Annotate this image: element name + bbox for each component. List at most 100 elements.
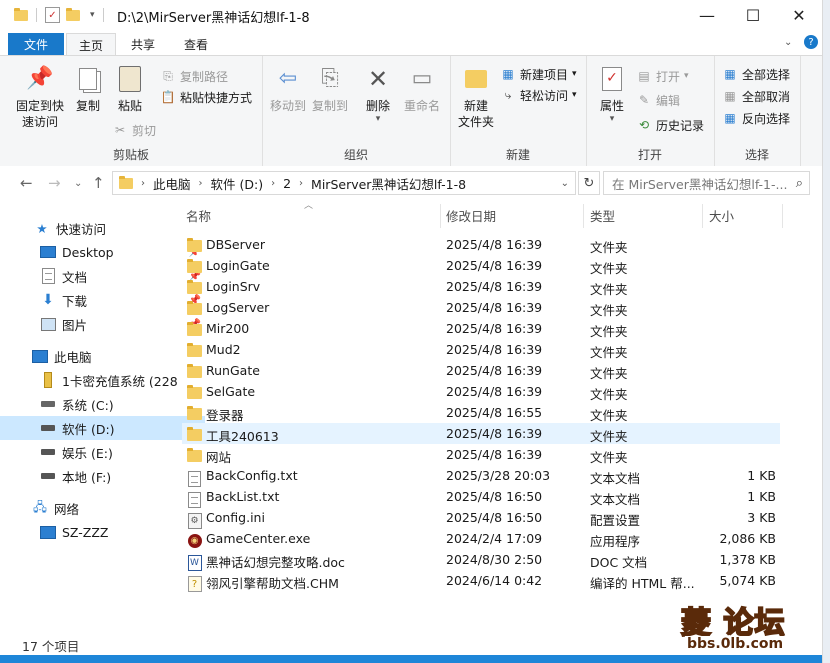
copy-to-button[interactable]: ⎘ 复制到: [310, 64, 350, 114]
file-row[interactable]: LogServer 2025/4/8 16:39 文件夹: [182, 297, 780, 318]
nav-this-pc[interactable]: 此电脑: [0, 344, 197, 368]
open-button[interactable]: ▤ 打开 ▾: [636, 66, 689, 86]
nav-desktop[interactable]: Desktop 📌: [0, 240, 205, 264]
file-row[interactable]: Mir200 2025/4/8 16:39 文件夹: [182, 318, 780, 339]
file-row[interactable]: RunGate 2025/4/8 16:39 文件夹: [182, 360, 780, 381]
back-arrow-icon[interactable]: ←: [20, 174, 33, 192]
nav-drive-usb[interactable]: 1卡密充值系统 (228: [0, 368, 205, 392]
easy-access-dropdown-icon[interactable]: ▾: [572, 90, 577, 100]
edit-button[interactable]: ✎ 编辑: [636, 90, 680, 110]
qat-dropdown-icon[interactable]: ▾: [90, 10, 95, 20]
tab-share[interactable]: 共享: [120, 33, 166, 55]
nav-label: 系统 (C:): [62, 397, 114, 413]
breadcrumb-current-folder[interactable]: MirServer黑神话幻想lf-1-8: [311, 174, 466, 193]
nav-drive-e[interactable]: 娱乐 (E:): [0, 440, 205, 464]
search-box[interactable]: 在 MirServer黑神话幻想lf-1-... ⌕: [603, 171, 810, 195]
address-dropdown-icon[interactable]: ⌄: [561, 178, 569, 189]
nav-drive-f[interactable]: 本地 (F:): [0, 464, 205, 488]
properties-check-icon[interactable]: ✓: [45, 7, 60, 23]
file-row[interactable]: ⚙ Config.ini 2025/4/8 16:50 配置设置 3 KB: [182, 507, 780, 529]
file-row[interactable]: LoginGate 2025/4/8 16:39 文件夹: [182, 255, 780, 276]
new-folder-button[interactable]: 新建 文件夹: [454, 64, 498, 130]
forward-arrow-icon[interactable]: →: [48, 174, 61, 192]
close-button[interactable]: ✕: [776, 0, 822, 30]
properties-dropdown-icon[interactable]: ▾: [610, 114, 615, 124]
nav-documents[interactable]: 文档 📌: [0, 264, 205, 288]
paste-button[interactable]: 粘贴: [110, 64, 150, 114]
select-all-button[interactable]: ▦ 全部选择: [722, 64, 790, 84]
properties-button[interactable]: ✓ 属性 ▾: [592, 64, 632, 124]
file-row[interactable]: SelGate 2025/4/8 16:39 文件夹: [182, 381, 780, 402]
file-type: 文本文档: [590, 471, 641, 486]
new-item-dropdown-icon[interactable]: ▾: [572, 69, 577, 79]
chevron-right-icon[interactable]: ›: [271, 178, 275, 189]
tab-view[interactable]: 查看: [172, 33, 220, 55]
chevron-right-icon[interactable]: ›: [299, 178, 303, 189]
column-divider[interactable]: [440, 204, 441, 228]
chevron-right-icon[interactable]: ›: [141, 178, 145, 189]
tab-file[interactable]: 文件: [8, 33, 64, 55]
collapse-ribbon-icon[interactable]: ⌄: [784, 37, 792, 48]
file-row[interactable]: 网站 2025/4/8 16:39 文件夹: [182, 444, 780, 465]
breadcrumb-drive-d[interactable]: 软件 (D:): [211, 174, 264, 193]
delete-button[interactable]: ✕ 删除 ▾: [360, 64, 396, 124]
chevron-right-icon[interactable]: ›: [199, 178, 203, 189]
easy-access-button[interactable]: ⤷ 轻松访问 ▾: [500, 85, 577, 105]
pin-icon: 📌: [26, 66, 54, 91]
file-row[interactable]: LoginSrv 2025/4/8 16:39 文件夹: [182, 276, 780, 297]
address-bar[interactable]: › 此电脑 › 软件 (D:) › 2 › MirServer黑神话幻想lf-1…: [112, 171, 576, 195]
tab-home[interactable]: 主页: [66, 33, 116, 56]
folder-icon: [14, 7, 28, 21]
breadcrumb-this-pc[interactable]: 此电脑: [153, 174, 191, 193]
file-row[interactable]: W 黑神话幻想完整攻略.doc 2024/8/30 2:50 DOC 文档 1,378 …: [182, 549, 780, 571]
nav-quick-access[interactable]: ★ 快速访问: [0, 216, 199, 240]
text-file-icon: [187, 489, 202, 508]
column-divider[interactable]: [782, 204, 783, 228]
paste-shortcut-button[interactable]: 📋 粘贴快捷方式: [160, 87, 253, 107]
copy-path-button[interactable]: ⎘ 复制路径: [160, 66, 228, 86]
history-button[interactable]: ⟲ 历史记录: [636, 115, 704, 135]
file-row[interactable]: ◉ GameCenter.exe 2024/2/4 17:09 应用程序 2,086 K…: [182, 528, 780, 549]
cut-button[interactable]: ✂ 剪切: [112, 120, 156, 140]
file-row[interactable]: DBServer 2025/4/8 16:39 文件夹: [182, 234, 780, 255]
copy-button[interactable]: 复制: [70, 64, 106, 114]
rename-button[interactable]: ▭ 重命名: [400, 64, 444, 114]
column-header-name[interactable]: 名称: [186, 206, 211, 225]
column-header-date[interactable]: 修改日期: [446, 206, 496, 225]
nav-pictures[interactable]: 图片 📌: [0, 312, 205, 336]
nav-computer-sz-zzz[interactable]: SZ-ZZZ: [0, 520, 205, 544]
drive-icon: [40, 444, 56, 460]
open-dropdown-icon[interactable]: ▾: [684, 71, 689, 81]
move-to-button[interactable]: ⇦ 移动到: [268, 64, 308, 114]
maximize-button[interactable]: ☐: [730, 0, 776, 30]
file-row[interactable]: 登录器 2025/4/8 16:55 文件夹: [182, 402, 780, 423]
invert-selection-button[interactable]: ▦ 反向选择: [722, 108, 790, 128]
up-arrow-icon[interactable]: ↑: [92, 174, 105, 192]
recent-dropdown-icon[interactable]: ⌄: [74, 178, 82, 189]
delete-dropdown-icon[interactable]: ▾: [376, 114, 381, 124]
file-row[interactable]: 工具240613 2025/4/8 16:39 文件夹: [182, 423, 780, 444]
column-divider[interactable]: [702, 204, 703, 228]
breadcrumb-folder-2[interactable]: 2: [283, 176, 291, 191]
select-none-button[interactable]: ▦ 全部取消: [722, 86, 790, 106]
pin-quick-access-button[interactable]: 📌 固定到快 速访问: [10, 64, 70, 130]
refresh-icon[interactable]: ↻: [578, 171, 600, 195]
column-header-type[interactable]: 类型: [590, 206, 615, 225]
column-divider[interactable]: [583, 204, 584, 228]
file-row[interactable]: BackList.txt 2025/4/8 16:50 文本文档 1 KB: [182, 486, 780, 508]
new-item-button[interactable]: ▦ 新建项目 ▾: [500, 64, 577, 84]
minimize-button[interactable]: —: [684, 0, 730, 30]
file-row[interactable]: BackConfig.txt 2025/3/28 20:03 文本文档 1 KB: [182, 465, 780, 487]
column-header-size[interactable]: 大小: [709, 206, 734, 225]
nav-downloads[interactable]: ⬇ 下载 📌: [0, 288, 205, 312]
file-row[interactable]: Mud2 2025/4/8 16:39 文件夹: [182, 339, 780, 360]
file-row[interactable]: ? 翎风引擎帮助文档.CHM 2024/6/14 0:42 编译的 HTML 帮...…: [182, 570, 780, 592]
help-icon[interactable]: ?: [804, 35, 818, 49]
nav-drive-c[interactable]: 系统 (C:): [0, 392, 205, 416]
new-folder-icon[interactable]: [66, 7, 80, 21]
nav-network[interactable]: 🖧 网络: [0, 496, 197, 520]
nav-drive-d[interactable]: 软件 (D:): [0, 416, 205, 440]
file-name: LoginSrv: [206, 279, 261, 294]
file-date: 2024/6/14 0:42: [446, 573, 543, 588]
search-icon[interactable]: ⌕: [796, 176, 803, 191]
